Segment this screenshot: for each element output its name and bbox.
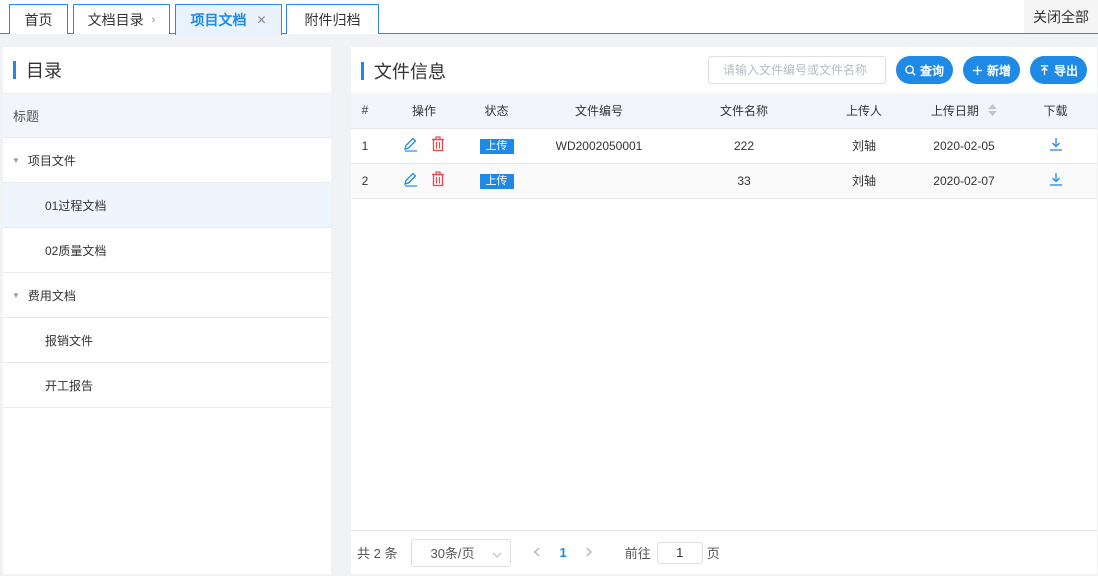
cell-date: 2020-02-05 [914, 128, 1014, 164]
goto-page-input[interactable] [656, 541, 703, 564]
tree-node-label: 项目文件 [27, 153, 76, 168]
tab-label: 文档目录 [87, 11, 144, 28]
catalog-panel: 目录 标题 ▼ 项目文件 01过程文档 02质量文档 ▼ 费用文档 报销文件 开… [3, 47, 331, 574]
cell-uploader: 刘轴 [814, 128, 914, 164]
download-icon[interactable] [1049, 172, 1063, 189]
trash-icon[interactable] [430, 136, 446, 155]
search-input[interactable] [708, 56, 886, 84]
catalog-title-text: 目录 [26, 61, 62, 81]
column-header-status: 状态 [469, 93, 524, 129]
tree-node-project-files[interactable]: ▼ 项目文件 [3, 138, 331, 183]
table-row: 1 上传 WD2002050001 222 刘轴 2020-02-05 [351, 128, 1097, 164]
next-page-button[interactable] [585, 545, 593, 560]
page-unit-label: 页 [706, 546, 720, 561]
catalog-title: 目录 [3, 47, 331, 94]
title-accent-bar [13, 61, 16, 79]
column-header-file-name: 文件名称 [674, 93, 814, 129]
title-accent-bar [361, 62, 364, 80]
chevron-down-icon [492, 548, 502, 563]
column-header-file-no: 文件编号 [524, 93, 674, 129]
tab-home[interactable]: 首页 [9, 4, 68, 34]
plus-icon [972, 65, 983, 76]
goto-label: 前往 [624, 546, 651, 561]
search-icon [905, 64, 916, 76]
column-header-date[interactable]: 上传日期 [914, 93, 1014, 129]
sort-icon[interactable] [988, 103, 998, 119]
cell-file-no: WD2002050001 [524, 128, 674, 164]
cell-status: 上传 [469, 128, 524, 164]
close-all-button[interactable]: 关闭全部 [1024, 0, 1098, 33]
edit-icon[interactable] [402, 136, 418, 155]
chevron-right-icon: › [151, 13, 156, 26]
tree-node-label: 02质量文档 [45, 243, 107, 258]
close-icon[interactable]: ✕ [256, 13, 266, 27]
tab-attachments[interactable]: 附件归档 [286, 4, 379, 34]
tab-doc-catalog[interactable]: 文档目录 › [73, 4, 170, 34]
cell-file-no [524, 163, 674, 199]
page-number-current[interactable]: 1 [559, 545, 566, 560]
query-button-label: 查询 [919, 63, 944, 78]
tab-label: 首页 [24, 11, 53, 28]
column-header-download: 下载 [1014, 93, 1097, 129]
export-button[interactable]: 导出 [1030, 56, 1087, 84]
cell-file-name: 222 [674, 128, 814, 164]
tree-node-label: 开工报告 [45, 378, 94, 393]
page-size-select[interactable]: 30条/页 [411, 538, 512, 567]
tree-node-quality-docs[interactable]: 02质量文档 [3, 228, 331, 273]
status-badge: 上传 [479, 173, 514, 189]
caret-down-icon[interactable]: ▼ [12, 291, 20, 300]
download-icon[interactable] [1049, 137, 1063, 154]
column-header-index: # [351, 93, 379, 129]
file-info-panel: 文件信息 查询 新增 导出 # 操作 状态 文件编号 文件名称 [351, 47, 1097, 574]
add-button-label: 新增 [986, 63, 1011, 78]
cell-date: 2020-02-07 [914, 163, 1014, 199]
tab-project-docs[interactable]: 项目文档 ✕ [175, 4, 282, 35]
column-header-uploader: 上传人 [814, 93, 914, 129]
cell-status: 上传 [469, 163, 524, 199]
tree-node-cost-docs[interactable]: ▼ 费用文档 [3, 273, 331, 318]
tree-node-label: 费用文档 [27, 288, 76, 303]
prev-page-button[interactable] [533, 545, 541, 560]
tree-header-label: 标题 [13, 109, 40, 124]
cell-index: 1 [351, 128, 379, 164]
cell-actions [379, 128, 469, 164]
table-row: 2 上传 33 刘轴 2020-02-07 [351, 163, 1097, 199]
tab-label: 附件归档 [304, 11, 361, 28]
trash-icon[interactable] [430, 171, 446, 190]
file-table: # 操作 状态 文件编号 文件名称 上传人 上传日期 下载 1 上传 WD200… [351, 93, 1097, 199]
tab-bar: 首页 文档目录 › 项目文档 ✕ 附件归档 关闭全部 [0, 0, 1098, 35]
cell-download [1014, 163, 1097, 199]
cell-uploader: 刘轴 [814, 163, 914, 199]
tab-label: 项目文档 [190, 12, 247, 28]
upload-icon [1039, 64, 1050, 76]
file-info-title-text: 文件信息 [374, 62, 446, 82]
add-button[interactable]: 新增 [963, 56, 1020, 84]
date-header-label: 上传日期 [930, 103, 979, 118]
edit-icon[interactable] [402, 171, 418, 190]
query-button[interactable]: 查询 [896, 56, 953, 84]
pagination-total: 共 2 条 [357, 546, 398, 561]
tree-node-label: 01过程文档 [45, 198, 107, 213]
tree-node-start-report[interactable]: 开工报告 [3, 363, 331, 408]
caret-down-icon[interactable]: ▼ [12, 156, 20, 165]
cell-download [1014, 128, 1097, 164]
tree-header: 标题 [3, 94, 331, 138]
tree-node-label: 报销文件 [45, 333, 94, 348]
column-header-actions: 操作 [379, 93, 469, 129]
cell-index: 2 [351, 163, 379, 199]
cell-actions [379, 163, 469, 199]
table-header-row: # 操作 状态 文件编号 文件名称 上传人 上传日期 下载 [351, 93, 1097, 129]
pagination: 共 2 条 30条/页 1 前往 页 [351, 530, 1097, 574]
page-size-value: 30条/页 [430, 546, 475, 561]
cell-file-name: 33 [674, 163, 814, 199]
tree-node-reimbursement[interactable]: 报销文件 [3, 318, 331, 363]
status-badge: 上传 [479, 138, 514, 154]
tree-node-process-docs[interactable]: 01过程文档 [3, 183, 331, 228]
file-info-title: 文件信息 [361, 59, 446, 83]
close-all-label: 关闭全部 [1033, 8, 1089, 25]
export-button-label: 导出 [1053, 63, 1078, 78]
